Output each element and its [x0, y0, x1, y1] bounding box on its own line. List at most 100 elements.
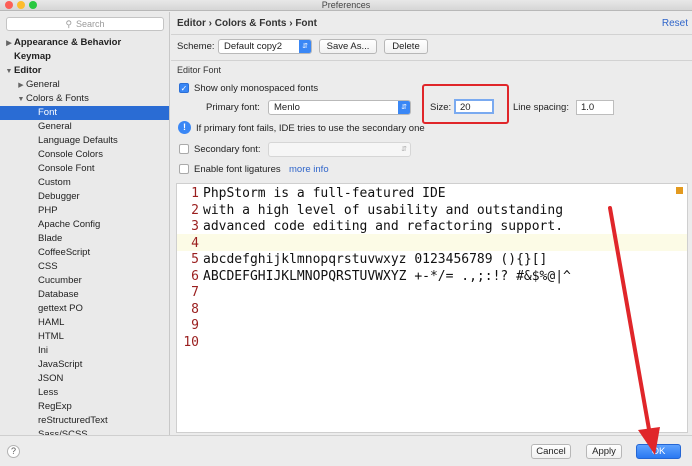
help-button[interactable]: ?: [7, 445, 20, 458]
sidebar-item-label: Less: [38, 387, 59, 398]
sidebar-item[interactable]: HAML: [0, 316, 169, 330]
search-placeholder: Search: [76, 19, 105, 29]
line-number: 7: [191, 285, 199, 300]
info-text: If primary font fails, IDE tries to use …: [196, 123, 425, 134]
info-icon: !: [178, 121, 191, 134]
sidebar-item[interactable]: ▶ General: [0, 78, 169, 93]
code-line: PhpStorm is a full-featured IDE: [203, 186, 446, 201]
sidebar-item[interactable]: Font: [0, 106, 169, 120]
close-window-button[interactable]: [5, 1, 13, 9]
annotation-arrow: [608, 206, 660, 455]
sidebar-item[interactable]: RegExp: [0, 400, 169, 414]
reset-link[interactable]: Reset: [662, 18, 688, 29]
breadcrumb: Editor › Colors & Fonts › Font: [177, 18, 317, 29]
divider: [171, 60, 692, 61]
line-number: 3: [191, 219, 199, 234]
sidebar-item-label: Custom: [38, 177, 71, 188]
code-line: advanced code editing and refactoring su…: [203, 219, 564, 234]
sidebar-item[interactable]: CSS: [0, 260, 169, 274]
sidebar-item[interactable]: Custom: [0, 176, 169, 190]
sidebar-item[interactable]: Language Defaults: [0, 134, 169, 148]
chevron-updown-icon: ⇵: [299, 40, 311, 53]
sidebar-item[interactable]: Less: [0, 386, 169, 400]
sidebar-item[interactable]: ▼ Editor: [0, 64, 169, 79]
sidebar-item[interactable]: JSON: [0, 372, 169, 386]
sidebar-item[interactable]: Console Font: [0, 162, 169, 176]
sidebar-item[interactable]: PHP: [0, 204, 169, 218]
chevron-down-icon[interactable]: ▼: [4, 65, 14, 79]
more-info-link[interactable]: more info: [289, 164, 329, 175]
dialog-footer: ? Cancel Apply OK: [0, 435, 692, 466]
sidebar-item-label: Appearance & Behavior: [14, 37, 122, 48]
chevron-updown-icon: ⇵: [401, 146, 407, 153]
sidebar-item-label: reStructuredText: [38, 415, 108, 426]
save-as-button[interactable]: Save As...: [319, 39, 377, 54]
secondary-font-select[interactable]: ⇵: [268, 142, 411, 157]
line-number: 1: [191, 186, 199, 201]
minimize-window-button[interactable]: [17, 1, 25, 9]
sidebar-item-label: PHP: [38, 205, 58, 216]
scheme-label: Scheme:: [177, 41, 215, 52]
search-input[interactable]: ⚲ Search: [6, 17, 164, 31]
sidebar-item[interactable]: Cucumber: [0, 274, 169, 288]
code-line: abcdefghijklmnopqrstuvwxyz 0123456789 ()…: [203, 252, 548, 267]
sidebar-item-label: General: [38, 121, 72, 132]
sidebar-item-label: CSS: [38, 261, 58, 272]
sidebar-item[interactable]: Debugger: [0, 190, 169, 204]
sidebar-item[interactable]: JavaScript: [0, 358, 169, 372]
line-number: 8: [191, 301, 199, 317]
sidebar-item[interactable]: Keymap: [0, 50, 169, 64]
section-title: Editor Font: [177, 65, 222, 75]
monospaced-checkbox[interactable]: ✓: [179, 83, 189, 93]
sidebar-item[interactable]: Console Colors: [0, 148, 169, 162]
sidebar-item[interactable]: reStructuredText: [0, 414, 169, 428]
chevron-down-icon[interactable]: ▼: [16, 93, 26, 107]
sidebar-item[interactable]: Apache Config: [0, 218, 169, 232]
sidebar-item[interactable]: ▶ Appearance & Behavior: [0, 36, 169, 51]
line-spacing-input[interactable]: 1.0: [576, 100, 614, 115]
delete-button[interactable]: Delete: [384, 39, 428, 54]
sidebar-item[interactable]: ▼ Colors & Fonts: [0, 92, 169, 107]
line-number: 4: [191, 235, 199, 251]
sidebar-item-label: Font: [38, 107, 58, 118]
sidebar-item-label: JSON: [38, 373, 64, 384]
secondary-font-label: Secondary font:: [194, 144, 261, 155]
ligatures-checkbox[interactable]: [179, 164, 189, 174]
sidebar-item-label: HAML: [38, 317, 65, 328]
sidebar-item-label: Debugger: [38, 191, 80, 202]
sidebar-item[interactable]: Ini: [0, 344, 169, 358]
primary-font-value: Menlo: [274, 102, 300, 113]
line-number: 6: [191, 268, 199, 284]
sidebar-item-label: Console Colors: [38, 149, 103, 160]
sidebar-item[interactable]: Blade: [0, 232, 169, 246]
sidebar-item[interactable]: Database: [0, 288, 169, 302]
sidebar-item-label: JavaScript: [38, 359, 83, 370]
sidebar-item-label: Colors & Fonts: [26, 93, 89, 104]
sidebar-item-label: Cucumber: [38, 275, 82, 286]
preferences-window: Preferences ⚲ Search ▶ Appearance & Behavi…: [0, 0, 692, 466]
sidebar-item-label: Ini: [38, 345, 49, 356]
code-line: ABCDEFGHIJKLMNOPQRSTUVWXYZ +-*/= .,;:!? …: [203, 268, 571, 284]
sidebar-item[interactable]: General: [0, 120, 169, 134]
cancel-button[interactable]: Cancel: [531, 444, 571, 459]
ligatures-label: Enable font ligatures: [194, 164, 281, 175]
chevron-right-icon[interactable]: ▶: [16, 79, 26, 93]
sidebar-item[interactable]: HTML: [0, 330, 169, 344]
sidebar-item-label: General: [26, 79, 60, 90]
chevron-right-icon[interactable]: ▶: [4, 37, 14, 51]
sidebar-item-label: HTML: [38, 331, 64, 342]
scheme-select[interactable]: Default copy2 ⇵: [218, 39, 312, 54]
title-bar: Preferences: [0, 0, 692, 11]
line-number: 5: [191, 252, 199, 267]
sidebar-item[interactable]: gettext PO: [0, 302, 169, 316]
zoom-window-button[interactable]: [29, 1, 37, 9]
sidebar-item[interactable]: CoffeeScript: [0, 246, 169, 260]
code-line: with a high level of usability and outst…: [203, 202, 564, 218]
secondary-font-checkbox[interactable]: [179, 144, 189, 154]
sidebar-item-label: Database: [38, 289, 79, 300]
highlight-box: [422, 84, 509, 124]
line-number: 10: [183, 334, 199, 350]
sidebar-item[interactable]: Sass/SCSS: [0, 428, 169, 435]
primary-font-select[interactable]: Menlo ⇵: [268, 100, 411, 115]
sidebar-item-label: Console Font: [38, 163, 95, 174]
